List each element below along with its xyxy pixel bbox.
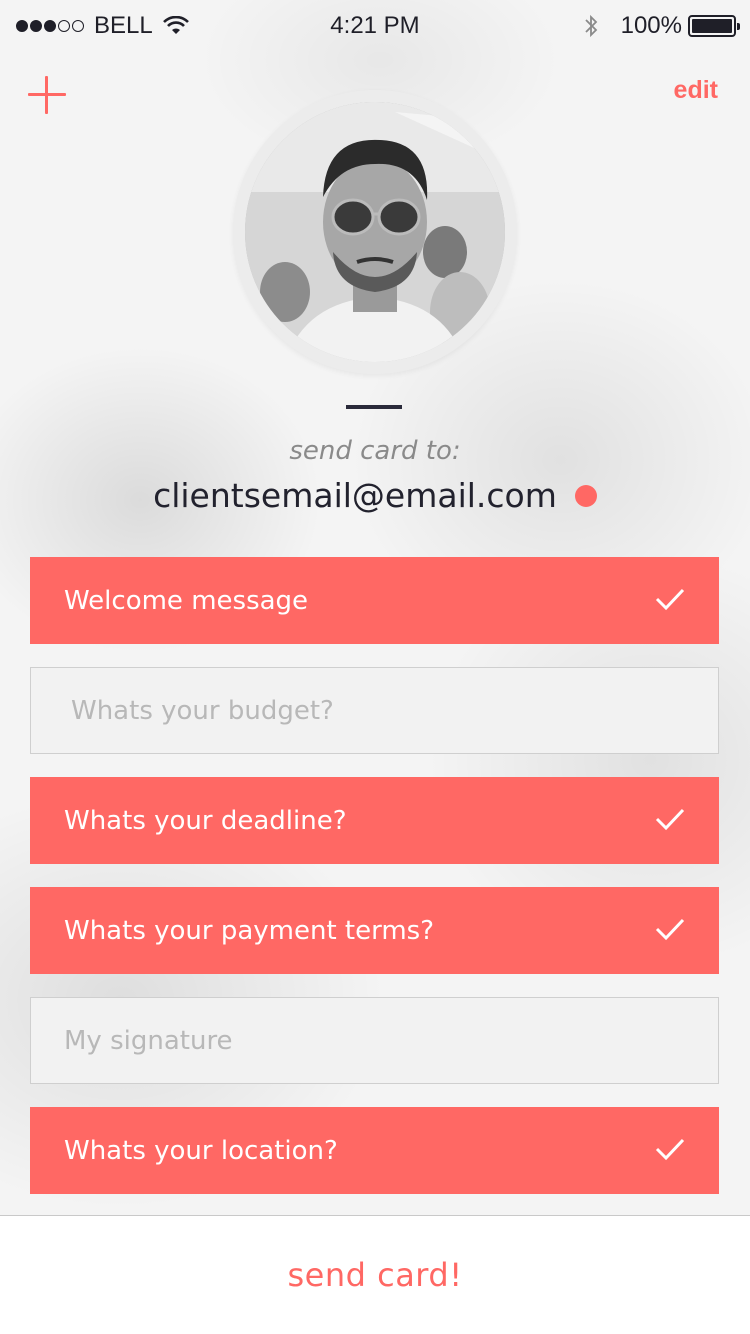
bluetooth-icon <box>584 14 597 38</box>
card-items-list: Welcome message Whats your budget? Whats… <box>30 557 719 1217</box>
item-label: Welcome message <box>64 585 309 616</box>
divider <box>346 405 402 409</box>
status-bar: BELL 4:21 PM 100% <box>0 0 750 54</box>
item-location[interactable]: Whats your location? <box>30 1107 719 1194</box>
item-label: Whats your deadline? <box>64 805 347 836</box>
item-payment-terms[interactable]: Whats your payment terms? <box>30 887 719 974</box>
check-icon <box>655 918 685 941</box>
item-deadline[interactable]: Whats your deadline? <box>30 777 719 864</box>
check-icon <box>655 808 685 831</box>
recipient-row[interactable]: clientsemail@email.com <box>0 476 750 515</box>
send-to-label: send card to: <box>289 436 461 466</box>
recipient-email[interactable]: clientsemail@email.com <box>153 476 557 515</box>
avatar[interactable] <box>233 90 517 374</box>
add-button[interactable] <box>28 76 66 114</box>
item-label: My signature <box>64 1025 233 1056</box>
check-icon <box>655 1138 685 1161</box>
item-label: Whats your budget? <box>71 695 334 726</box>
avatar-portrait-image <box>245 102 505 362</box>
item-label: Whats your location? <box>64 1135 338 1166</box>
status-right: 100% <box>583 12 740 40</box>
item-label: Whats your payment terms? <box>64 915 435 946</box>
avatar-photo <box>245 102 505 362</box>
check-icon <box>655 588 685 611</box>
battery-icon <box>688 15 740 37</box>
send-card-button[interactable]: send card! <box>287 1256 462 1294</box>
bottom-bar: send card! <box>0 1215 750 1334</box>
status-dot-icon <box>574 484 597 507</box>
item-welcome-message[interactable]: Welcome message <box>30 557 719 644</box>
battery-percent: 100% <box>620 12 682 39</box>
item-signature[interactable]: My signature <box>30 997 719 1084</box>
edit-button[interactable]: edit <box>674 76 718 105</box>
item-budget[interactable]: Whats your budget? <box>30 667 719 754</box>
